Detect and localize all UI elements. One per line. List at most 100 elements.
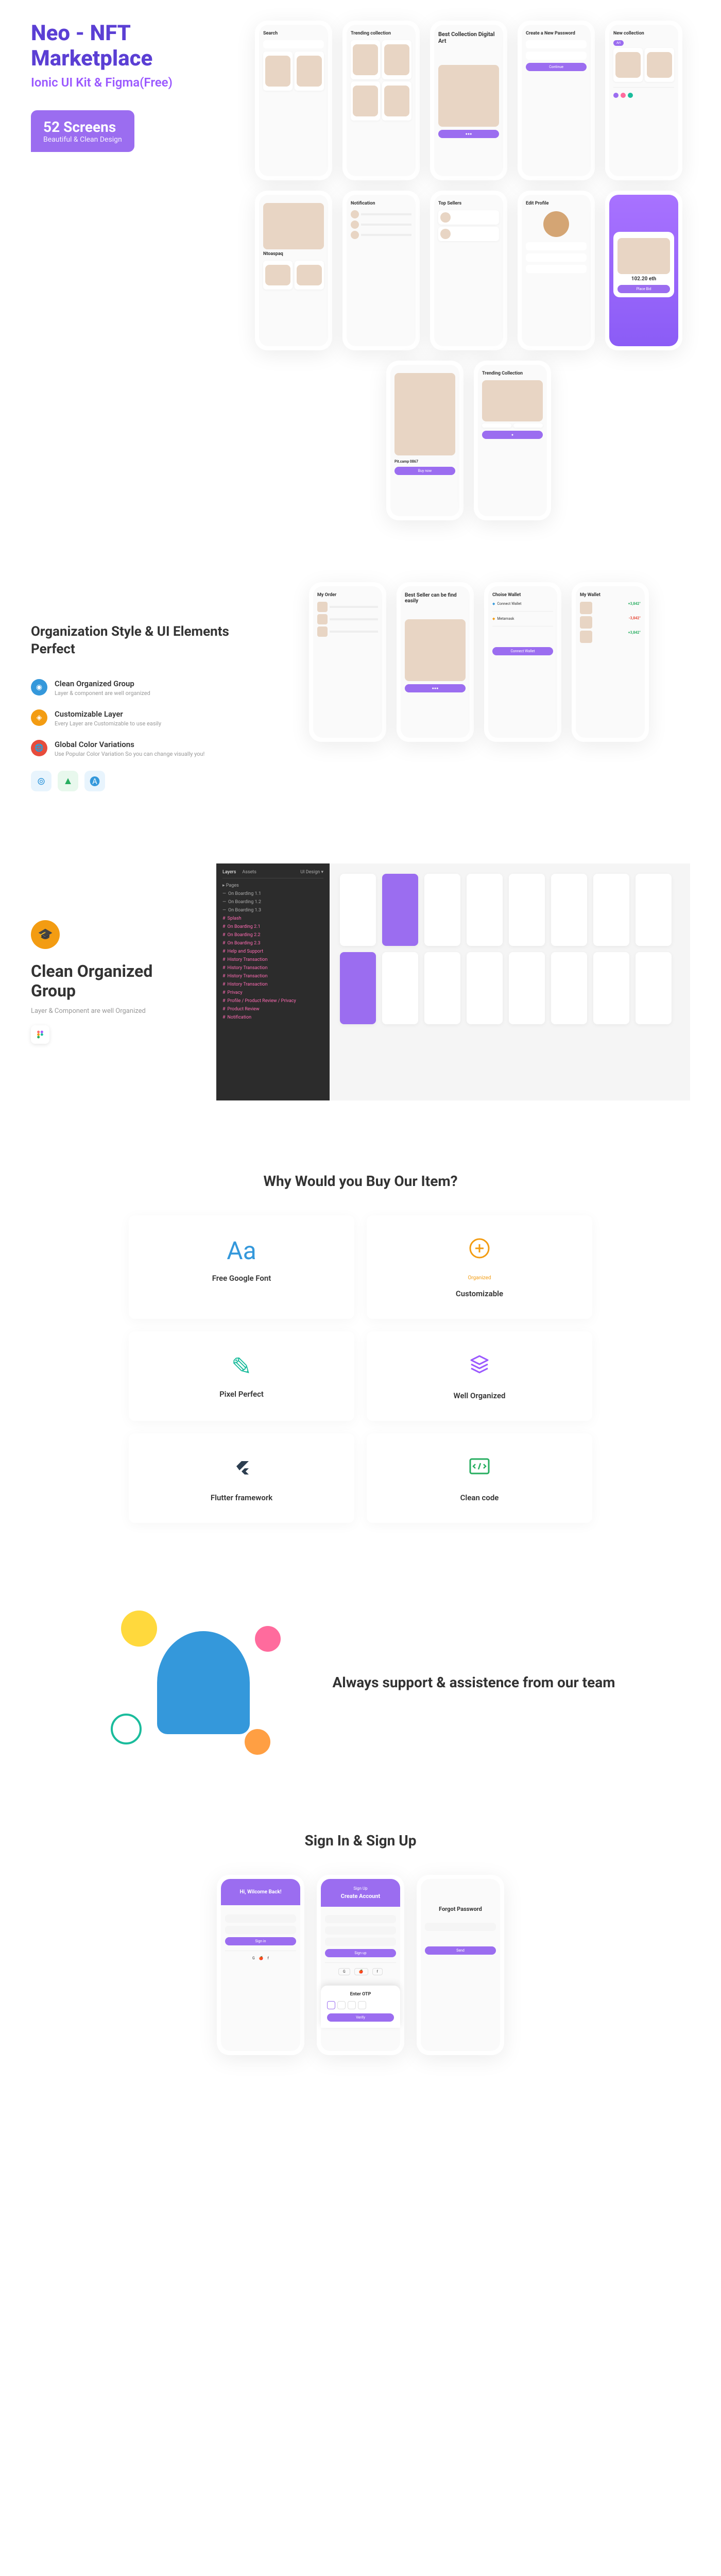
layer-row: # On Boarding 2.3	[222, 939, 323, 947]
phone-sub: Sign Up	[326, 1886, 395, 1891]
layer-row: # Help and Support	[222, 947, 323, 956]
group-icon: ◉	[31, 679, 47, 696]
phone-mockup: Trending collection	[342, 21, 420, 180]
layer-name: Help and Support	[228, 949, 264, 954]
why-card: Flutter framework	[129, 1433, 354, 1523]
feature-item: ◉ Clean Organized GroupLayer & component…	[31, 679, 237, 697]
why-card: Clean code	[367, 1433, 592, 1523]
why-card: Well Organized	[367, 1331, 592, 1421]
phone-btn: Connect Wallet	[492, 647, 553, 655]
why-card: Aa Free Google Font	[129, 1215, 354, 1319]
layer-row: # History Transaction	[222, 964, 323, 972]
phone-mockup: Pit.camp 0867 Buy now	[386, 361, 464, 520]
send-btn: Send	[425, 1946, 496, 1955]
phone-title: Trending Collection	[482, 371, 543, 376]
phone-title: Hi, Wilcome Back!	[226, 1889, 295, 1895]
why-label: Clean code	[460, 1493, 499, 1502]
why-label: Free Google Font	[212, 1274, 271, 1283]
person-icon	[157, 1631, 250, 1734]
badge-number: 52 Screens	[43, 118, 122, 135]
feature-item: ◈ Customizable LayerEvery Layer are Cust…	[31, 709, 237, 727]
phone-title: Create a New Password	[526, 31, 587, 36]
why-grid: AaFree Google Font OrganizedCustomizable…	[129, 1215, 592, 1523]
phone-title: Trending collection	[351, 31, 411, 36]
phone-title: Create Account	[326, 1893, 395, 1900]
s3-title: Clean Organized Group	[31, 961, 196, 1001]
layer-name: Product Review	[228, 1007, 260, 1012]
feature-item: 🌐 Global Color VariationsUse Popular Col…	[31, 740, 237, 758]
layer-row: — On Boarding 1.3	[222, 906, 323, 914]
layer-row: # History Transaction	[222, 956, 323, 964]
phone-mockup: Choise Wallet◆Connect Wallet◆MetamaskCon…	[484, 582, 561, 742]
phone-title: Notification	[351, 201, 411, 206]
feature-title: Global Color Variations	[55, 740, 204, 749]
layer-row: — On Boarding 1.1	[222, 890, 323, 898]
phone-title: Edit Profile	[526, 201, 587, 206]
phone-btn: Continue	[526, 63, 587, 71]
layer-name: On Boarding 2.1	[228, 924, 261, 929]
layer-row: # History Transaction	[222, 972, 323, 980]
font-icon: Aa	[227, 1236, 256, 1265]
phone-title: My Order	[317, 592, 378, 598]
customize-icon	[467, 1236, 492, 1267]
phone-title: Best Seller can be find easily	[405, 592, 466, 604]
layers-panel: LayersAssetsUI Design ▾ ▸ Pages — On Boa…	[216, 863, 330, 1100]
layer-row: # Product Review	[222, 1005, 323, 1013]
layer-icon: ◈	[31, 709, 47, 726]
layer-name: On Boarding 1.1	[228, 891, 261, 896]
phone-mockup: Forgot PasswordSend	[417, 1875, 504, 2055]
flutter-icon	[229, 1454, 254, 1485]
figma-canvas	[330, 863, 690, 1100]
layer-name: History Transaction	[228, 965, 268, 971]
support-illustration	[106, 1605, 301, 1760]
phone-mockup: Search	[255, 21, 332, 180]
why-title: Why Would you Buy Our Item?	[31, 1173, 690, 1190]
phone-btn: Buy now	[394, 467, 455, 475]
org-title: Organization Style & UI Elements Perfect	[31, 623, 237, 658]
phone-btn: ●●●	[438, 130, 499, 138]
phone-mockup: 102.20 ethPlace Bid	[605, 191, 682, 350]
feature-title: Customizable Layer	[55, 709, 161, 719]
phone-mockup: Edit Profile	[518, 191, 595, 350]
phone-mockup: Top Sellers	[430, 191, 507, 350]
why-label: Customizable	[456, 1289, 503, 1298]
phone-mockup: Best Seller can be find easily●●●	[397, 582, 474, 742]
phone-title: My Wallet	[580, 592, 641, 598]
layer-row: # Notification	[222, 1013, 323, 1022]
badge-text: Beautiful & Clean Design	[43, 135, 122, 144]
eth-price: 102.20 eth	[617, 276, 670, 282]
layer-row: # Splash	[222, 914, 323, 923]
feature-desc: Every Layer are Customizable to use easi…	[55, 720, 161, 727]
layer-name: History Transaction	[228, 974, 268, 979]
layer-row: — On Boarding 1.2	[222, 898, 323, 906]
layer-name: Privacy	[228, 990, 243, 995]
phone-title: Search	[263, 31, 324, 36]
shape-icon	[255, 1626, 281, 1652]
layer-name: On Boarding 1.2	[228, 900, 261, 905]
phone-title: Ntoaspaq	[263, 251, 324, 257]
shape-icon	[111, 1714, 142, 1744]
phone-mockup: Trending Collection●	[474, 361, 551, 520]
art-name: Pit.camp 0867	[394, 460, 455, 464]
phone-mockup: Ntoaspaq	[255, 191, 332, 350]
layer-name: Splash	[228, 916, 242, 921]
layer-row: # Profile / Product Review / Privacy	[222, 997, 323, 1005]
signin-btn: Sign in	[225, 1937, 296, 1945]
s3-desc: Layer & Component are well Organized	[31, 1007, 196, 1015]
signup-btn: Sign up	[325, 1949, 396, 1957]
ionic-icon: ⊚	[31, 771, 52, 791]
layer-name: On Boarding 1.3	[228, 908, 261, 913]
hero-title: Neo - NFT Marketplace	[31, 21, 227, 71]
layer-row: # On Boarding 2.2	[222, 931, 323, 939]
screens-badge: 52 Screens Beautiful & Clean Design	[31, 110, 134, 152]
shape-icon	[121, 1611, 157, 1647]
phone-title: Best Collection Digital Art	[438, 31, 499, 44]
layer-name: On Boarding 2.3	[228, 941, 261, 946]
shape-icon	[245, 1729, 270, 1755]
pixel-icon: ✎	[231, 1352, 252, 1381]
phone-title: Choise Wallet	[492, 592, 553, 598]
layer-name: Profile / Product Review / Privacy	[228, 998, 296, 1004]
layer-name: Notification	[228, 1015, 252, 1020]
layer-row: ▸ Pages	[222, 882, 323, 890]
verify-btn: Verify	[327, 2013, 394, 2022]
